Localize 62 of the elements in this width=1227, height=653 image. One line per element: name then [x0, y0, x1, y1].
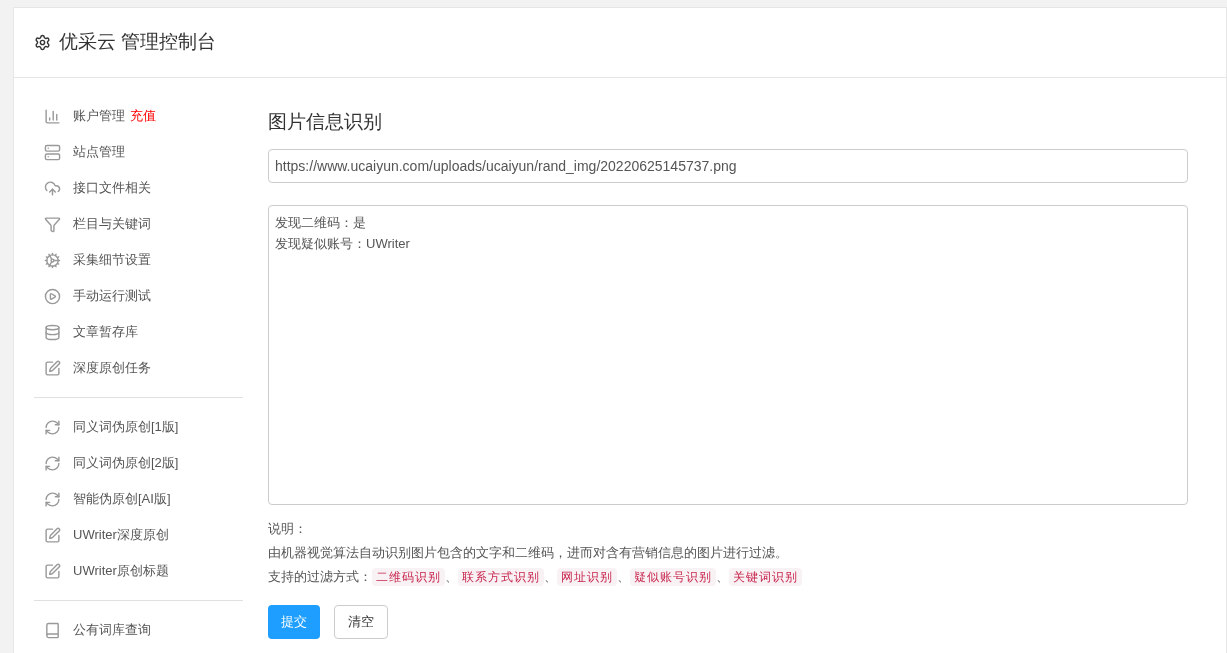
menu-label: 栏目与关键词: [73, 215, 151, 234]
result-line: 发现疑似账号：UWriter: [275, 234, 410, 253]
menu-label: 采集细节设置: [73, 251, 151, 270]
separator-text: 、: [716, 567, 729, 586]
menu-label: 同义词伪原创[2版]: [73, 454, 179, 473]
menu-label: UWriter原创标题: [73, 562, 169, 581]
filter-tag: 关键词识别: [729, 567, 802, 586]
sidebar-item[interactable]: 账户管理 充值: [34, 98, 243, 134]
server-icon: [44, 143, 61, 161]
filter-tag: 联系方式识别: [458, 567, 544, 586]
result-box[interactable]: 发现二维码：是 发现疑似账号：UWriter: [268, 204, 1188, 505]
edit-icon: [44, 526, 61, 544]
menu-label: 同义词伪原创[1版]: [73, 418, 179, 437]
sidebar-item[interactable]: 智能伪原创[AI版]: [34, 481, 243, 517]
refresh-icon: [44, 454, 61, 472]
console-title: 优采云 管理控制台: [59, 30, 217, 55]
filter-tag: 疑似账号识别: [630, 567, 716, 586]
sidebar-item[interactable]: 深度原创任务: [34, 350, 243, 386]
sidebar-item[interactable]: 手动运行测试: [34, 278, 243, 314]
filter-tag: 二维码识别: [372, 567, 445, 586]
menu-label: 公有词库查询: [73, 621, 151, 640]
filter-icon: [44, 215, 61, 233]
sidebar-item[interactable]: 同义词伪原创[2版]: [34, 445, 243, 481]
sidebar-item[interactable]: 栏目与关键词: [34, 206, 243, 242]
book-icon: [44, 621, 61, 639]
sidebar-item[interactable]: 文章暂存库: [34, 314, 243, 350]
section-title: 图片信息识别: [268, 110, 383, 134]
menu-label: 账户管理: [73, 107, 125, 126]
sidebar-item[interactable]: 接口文件相关: [34, 170, 243, 206]
url-field[interactable]: https://www.ucaiyun.com/uploads/ucaiyun/rand_img/20220625145737.png: [268, 148, 1188, 183]
cloud-upload-icon: [44, 179, 61, 197]
filters-label: 支持的过滤方式：: [268, 567, 372, 586]
note-label: 说明：: [268, 519, 307, 538]
sidebar-item[interactable]: 站点管理: [34, 134, 243, 170]
sidebar-item[interactable]: UWriter原创标题: [34, 553, 243, 589]
description-text: 由机器视觉算法自动识别图片包含的文字和二维码，进而对含有营销信息的图片进行过滤。: [268, 543, 788, 562]
edit-icon: [44, 562, 61, 580]
filter-tag: 网址识别: [557, 567, 617, 586]
edit-icon: [44, 359, 61, 377]
menu-label: 深度原创任务: [73, 359, 151, 378]
menu-label: 智能伪原创[AI版]: [73, 490, 171, 509]
menu-label: 接口文件相关: [73, 179, 151, 198]
result-line: 发现二维码：是: [275, 213, 366, 232]
play-icon: [44, 287, 61, 305]
menu-label: 站点管理: [73, 143, 125, 162]
menu-label: 文章暂存库: [73, 323, 138, 342]
sidebar-item[interactable]: 采集细节设置: [34, 242, 243, 278]
bar-chart-icon: [44, 107, 61, 125]
separator-text: 、: [544, 567, 557, 586]
clear-button[interactable]: 清空: [334, 604, 388, 639]
sidebar-item[interactable]: UWriter深度原创: [34, 517, 243, 553]
recharge-link[interactable]: 充值: [130, 106, 156, 126]
database-icon: [44, 323, 61, 341]
settings-icon: [34, 34, 51, 51]
separator-text: 、: [445, 567, 458, 586]
refresh-icon: [44, 490, 61, 508]
sidebar-item[interactable]: 公有词库查询: [34, 612, 243, 648]
separator-text: 、: [617, 567, 630, 586]
menu-label: 手动运行测试: [73, 287, 151, 306]
menu-label: UWriter深度原创: [73, 526, 169, 545]
refresh-icon: [44, 418, 61, 436]
sidebar-item[interactable]: 同义词伪原创[1版]: [34, 409, 243, 445]
